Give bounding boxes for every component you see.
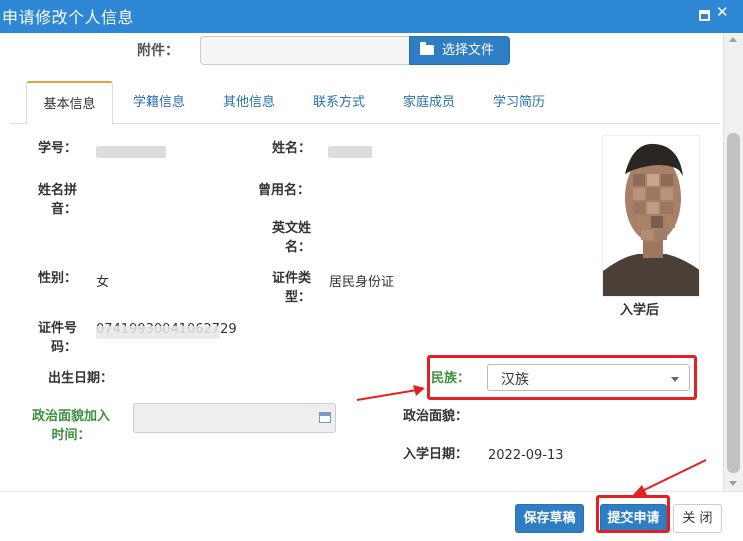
tab-enrollment-info[interactable]: 学籍信息 xyxy=(123,81,195,124)
id-type-label: 证件类 型： xyxy=(272,269,311,307)
maximize-icon[interactable] xyxy=(699,10,710,21)
photo-caption: 入学后 xyxy=(619,303,659,318)
dialog-titlebar: 申请修改个人信息 ✕ xyxy=(0,0,743,33)
dialog-content: 附件： 选择文件 基本信息 学籍信息 其他信息 联系方式 家庭成员 学习简历 学… xyxy=(0,33,723,491)
choose-file-label: 选择文件 xyxy=(442,43,495,58)
political-join-label-line1: 政治面貌加入 xyxy=(32,409,111,424)
id-number-label-line1: 证件号 xyxy=(38,321,78,336)
close-icon[interactable]: ✕ xyxy=(716,5,729,20)
tab-contact[interactable]: 联系方式 xyxy=(303,81,375,124)
calendar-icon[interactable] xyxy=(319,412,331,423)
save-draft-button[interactable]: 保存草稿 xyxy=(515,504,584,533)
student-id-redacted xyxy=(96,146,166,158)
id-type-label-line2: 型： xyxy=(285,290,312,305)
english-name-label-line2: 名： xyxy=(285,240,312,255)
name-pinyin-label-line2: 音： xyxy=(51,202,78,217)
id-type-label-line1: 证件类 xyxy=(272,271,312,286)
name-label: 姓名： xyxy=(272,141,312,156)
scrollbar-thumb[interactable] xyxy=(727,133,740,473)
choose-file-button[interactable]: 选择文件 xyxy=(409,36,510,65)
tab-study-history[interactable]: 学习简历 xyxy=(483,81,555,124)
birth-date-label: 出生日期： xyxy=(48,371,114,386)
folder-icon xyxy=(420,42,434,55)
ethnicity-highlight-box xyxy=(427,355,697,400)
vertical-scrollbar[interactable] xyxy=(723,33,743,491)
student-photo-image xyxy=(603,136,699,296)
former-name-label: 曾用名： xyxy=(258,183,311,198)
name-redacted xyxy=(328,146,372,158)
arrow-to-ethnicity-icon xyxy=(356,385,425,401)
attachment-file-field[interactable] xyxy=(200,36,410,65)
political-join-label-line2: 时间： xyxy=(51,428,91,443)
student-id-label: 学号： xyxy=(38,141,78,156)
english-name-label-line1: 英文姓 xyxy=(272,221,312,236)
political-join-date-input[interactable] xyxy=(133,403,336,433)
id-type-value: 居民身份证 xyxy=(329,275,395,290)
student-photo xyxy=(602,135,700,297)
political-join-date-label: 政治面貌加入 时间： xyxy=(32,407,110,445)
name-pinyin-label: 姓名拼 音： xyxy=(38,181,77,219)
scroll-down-icon[interactable] xyxy=(729,481,737,486)
political-status-label: 政治面貌： xyxy=(403,409,469,424)
enroll-date-label: 入学日期： xyxy=(403,447,469,462)
english-name-label: 英文姓 名： xyxy=(272,219,311,257)
tab-bar: 基本信息 学籍信息 其他信息 联系方式 家庭成员 学习简历 xyxy=(10,81,720,125)
id-number-label: 证件号 码： xyxy=(38,319,77,357)
name-pinyin-label-line1: 姓名拼 xyxy=(38,183,78,198)
submit-highlight-box xyxy=(596,495,670,533)
arrow-to-submit-icon xyxy=(632,459,707,496)
scroll-up-icon[interactable] xyxy=(729,37,737,42)
dialog-title: 申请修改个人信息 xyxy=(2,8,135,27)
id-number-redaction xyxy=(96,326,220,339)
gender-value: 女 xyxy=(96,275,110,290)
tab-family-members[interactable]: 家庭成员 xyxy=(393,81,465,124)
enroll-date-value: 2022-09-13 xyxy=(488,448,564,463)
tab-other-info[interactable]: 其他信息 xyxy=(213,81,285,124)
tab-basic-info[interactable]: 基本信息 xyxy=(26,81,113,125)
attachment-label: 附件： xyxy=(137,43,179,59)
gender-label: 性别： xyxy=(38,271,78,286)
close-button[interactable]: 关 闭 xyxy=(673,504,722,533)
id-number-label-line2: 码： xyxy=(51,340,78,355)
